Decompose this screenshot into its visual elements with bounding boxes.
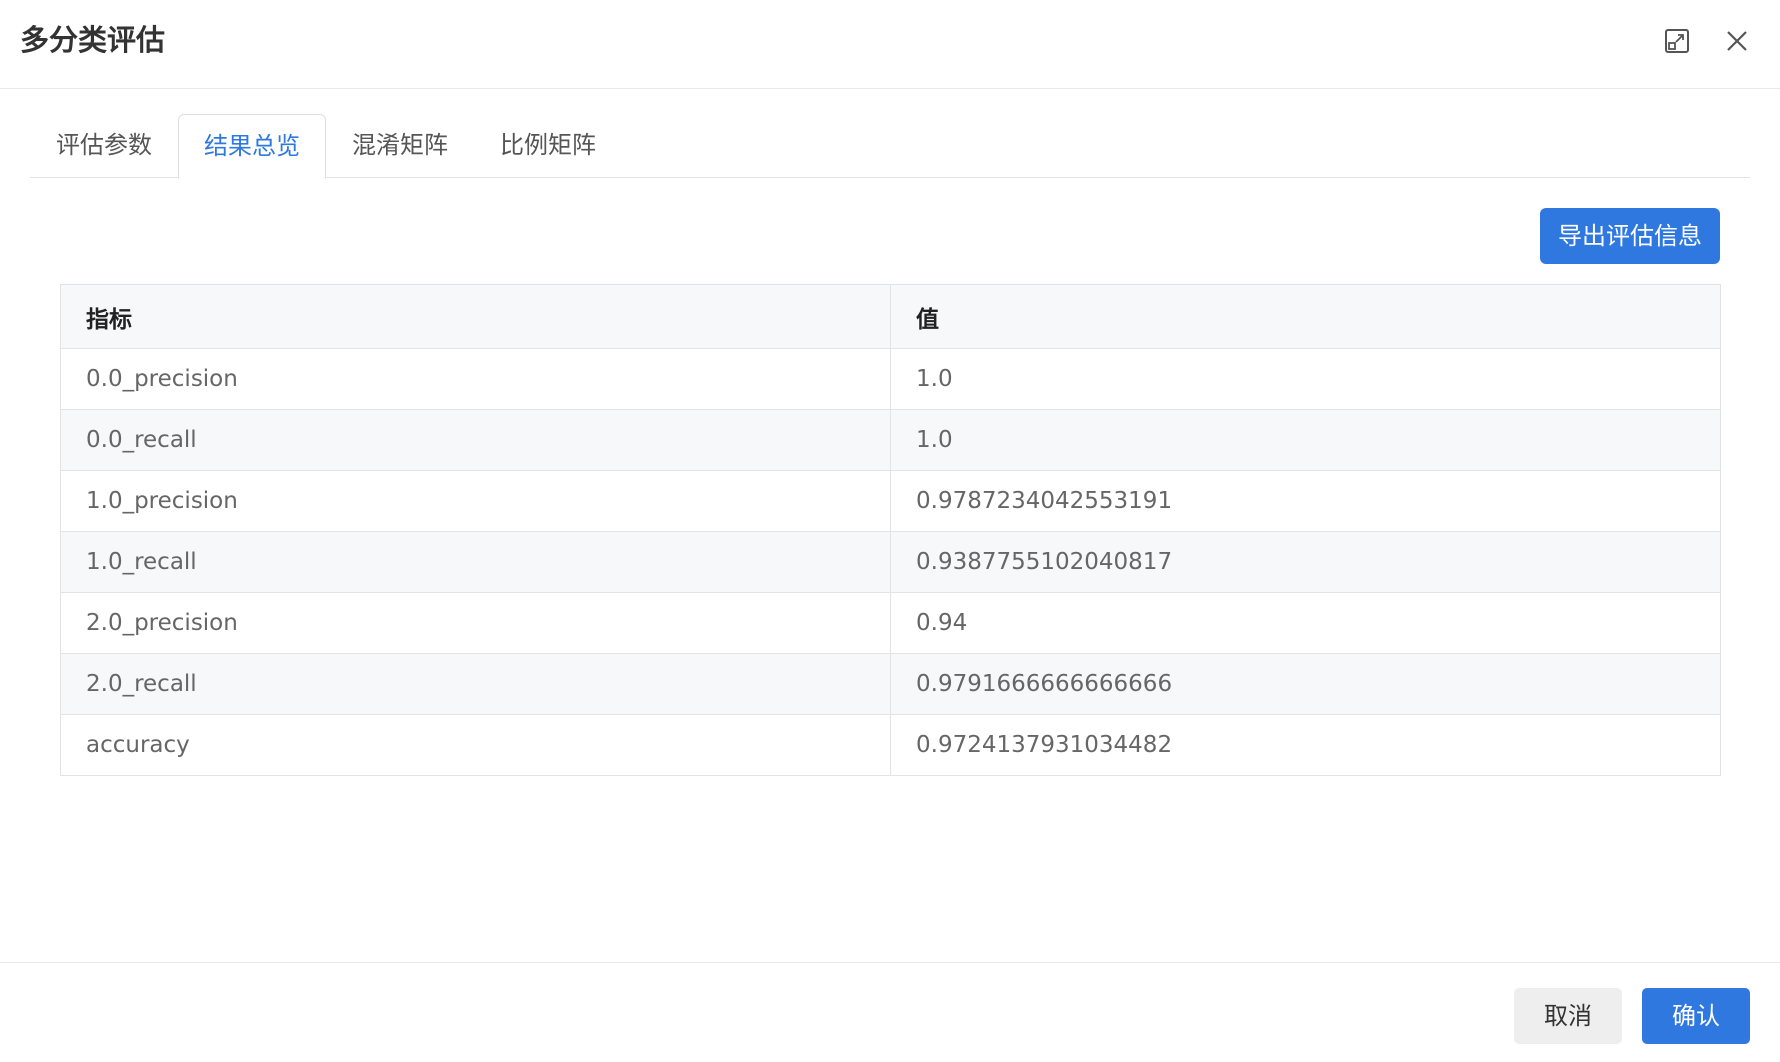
value-cell: 0.9787234042553191 (890, 470, 1721, 532)
metric-cell: 1.0_precision (60, 470, 891, 532)
value-cell: 1.0 (890, 409, 1721, 471)
table-row: 0.0_recall 1.0 (60, 409, 1721, 471)
tab-bar: 评估参数 结果总览 混淆矩阵 比例矩阵 (30, 114, 1750, 179)
export-eval-info-button[interactable]: 导出评估信息 (1540, 208, 1720, 264)
table-row: 0.0_precision 1.0 (60, 348, 1721, 410)
table-row: 2.0_precision 0.94 (60, 592, 1721, 654)
metric-cell: 0.0_recall (60, 409, 891, 471)
metric-cell: 2.0_recall (60, 653, 891, 715)
confirm-button[interactable]: 确认 (1642, 988, 1750, 1044)
column-header-metric: 指标 (60, 284, 891, 349)
maximize-icon (1665, 29, 1689, 53)
metric-cell: accuracy (60, 714, 891, 776)
value-cell: 0.94 (890, 592, 1721, 654)
value-cell: 0.9791666666666666 (890, 653, 1721, 715)
table-row: 1.0_recall 0.9387755102040817 (60, 531, 1721, 593)
column-header-value: 值 (890, 284, 1721, 349)
value-cell: 1.0 (890, 348, 1721, 410)
close-button[interactable] (1718, 22, 1756, 60)
metric-cell: 2.0_precision (60, 592, 891, 654)
dialog-header: 多分类评估 (0, 0, 1780, 89)
metric-cell: 1.0_recall (60, 531, 891, 593)
value-cell: 0.9387755102040817 (890, 531, 1721, 593)
metric-cell: 0.0_precision (60, 348, 891, 410)
metrics-table: 指标 值 0.0_precision 1.0 0.0_recall 1.0 1.… (60, 284, 1721, 776)
dialog-footer: 取消 确认 (0, 962, 1780, 1062)
tab-eval-params[interactable]: 评估参数 (30, 114, 178, 178)
value-cell: 0.9724137931034482 (890, 714, 1721, 776)
dialog-title: 多分类评估 (20, 23, 166, 57)
tab-result-overview[interactable]: 结果总览 (178, 114, 326, 179)
table-row: 1.0_precision 0.9787234042553191 (60, 470, 1721, 532)
tab-confusion-matrix[interactable]: 混淆矩阵 (326, 114, 474, 178)
table-row: 2.0_recall 0.9791666666666666 (60, 653, 1721, 715)
close-icon (1727, 31, 1747, 51)
table-row: accuracy 0.9724137931034482 (60, 714, 1721, 776)
maximize-button[interactable] (1658, 22, 1696, 60)
tab-ratio-matrix[interactable]: 比例矩阵 (474, 114, 622, 178)
cancel-button[interactable]: 取消 (1514, 988, 1622, 1044)
table-header-row: 指标 值 (60, 284, 1721, 349)
